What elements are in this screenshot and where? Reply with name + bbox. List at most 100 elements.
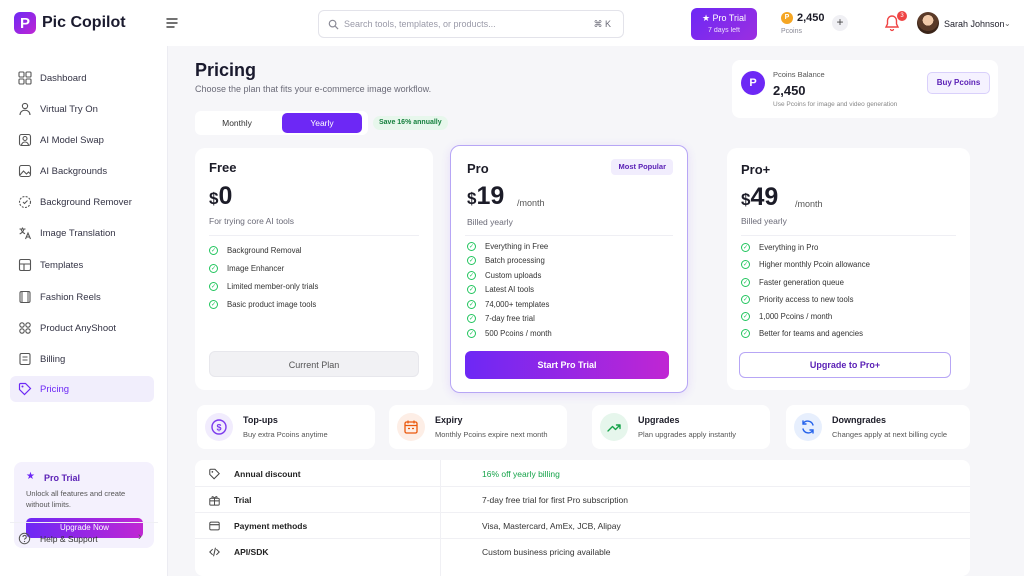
feature-item: ✓ Faster generation queue bbox=[741, 278, 844, 288]
check-icon: ✓ bbox=[741, 260, 750, 270]
sidebar-item-templates[interactable]: Templates bbox=[10, 253, 154, 277]
top-bar: P Pic Copilot Search tools, templates, o… bbox=[0, 0, 1024, 46]
info-subtitle: Monthly Pcoins expire next month bbox=[435, 430, 548, 439]
sidebar-item-product-anyshoot[interactable]: Product AnyShoot bbox=[10, 316, 154, 340]
most-popular-badge: Most Popular bbox=[611, 159, 673, 175]
monthly-tab[interactable]: Monthly bbox=[197, 113, 277, 133]
app-name[interactable]: Pic Copilot bbox=[42, 14, 126, 32]
info-title: Upgrades bbox=[638, 415, 680, 425]
sidebar-item-label: Background Remover bbox=[40, 197, 132, 208]
search-input[interactable]: Search tools, templates, or products... … bbox=[318, 10, 624, 38]
check-icon: ✓ bbox=[467, 256, 476, 266]
sidebar-item-pricing[interactable]: Pricing bbox=[10, 376, 154, 402]
sidebar-item-virtual-try-on[interactable]: Virtual Try On bbox=[10, 97, 154, 121]
promo-description: Unlock all features and create without l… bbox=[26, 489, 126, 509]
info-subtitle: Changes apply at next billing cycle bbox=[832, 430, 948, 439]
logo-icon[interactable]: P bbox=[14, 12, 36, 34]
tag-icon bbox=[18, 382, 32, 396]
sidebar-item-dashboard[interactable]: Dashboard bbox=[10, 66, 154, 90]
check-icon: ✓ bbox=[741, 295, 750, 305]
plan-card-free: Free $0 For trying core AI tools ✓ Backgr… bbox=[195, 148, 433, 390]
feature-item: ✓ Custom uploads bbox=[467, 271, 542, 281]
receipt-icon bbox=[19, 352, 31, 366]
sidebar-item-label: Dashboard bbox=[40, 73, 87, 84]
pricing-details-table: Annual discount 16% off yearly billing T… bbox=[195, 460, 970, 576]
check-icon: ✓ bbox=[741, 312, 750, 322]
avatar[interactable] bbox=[917, 12, 939, 34]
check-icon: ✓ bbox=[741, 243, 750, 253]
info-card-topups: $ Top-ups Buy extra Pcoins anytime bbox=[197, 405, 375, 449]
divider bbox=[741, 235, 956, 236]
grid-icon bbox=[18, 71, 32, 85]
pro-trial-title: ★ Pro Trial bbox=[701, 13, 747, 23]
sidebar-item-image-translation[interactable]: Image Translation bbox=[10, 221, 154, 245]
balance-value: 2,450 bbox=[773, 83, 806, 98]
buy-pcoins-button[interactable]: Buy Pcoins bbox=[927, 72, 990, 94]
layout-icon bbox=[18, 258, 32, 272]
current-plan-button[interactable]: Current Plan bbox=[209, 351, 419, 377]
trend-up-icon bbox=[600, 413, 628, 441]
yearly-tab[interactable]: Yearly bbox=[282, 113, 362, 133]
refresh-icon bbox=[794, 413, 822, 441]
card-icon bbox=[209, 521, 220, 531]
save-badge: Save 16% annually bbox=[373, 116, 448, 130]
chevron-right-icon: › bbox=[138, 531, 142, 543]
sidebar: Dashboard Virtual Try On AI Model Swap A… bbox=[0, 46, 168, 576]
sidebar-item-ai-backgrounds[interactable]: AI Backgrounds bbox=[10, 159, 154, 183]
image-icon bbox=[18, 164, 32, 178]
row-value: Custom business pricing available bbox=[482, 547, 611, 557]
menu-icon[interactable] bbox=[164, 15, 180, 31]
add-pcoins-button[interactable]: + bbox=[832, 15, 848, 31]
search-icon bbox=[328, 19, 339, 30]
help-icon bbox=[18, 532, 31, 545]
code-icon bbox=[209, 547, 220, 557]
table-row: API/SDK Custom business pricing availabl… bbox=[195, 539, 970, 565]
feature-item: ✓ Everything in Free bbox=[467, 242, 549, 252]
sidebar-item-label: Pricing bbox=[40, 384, 70, 395]
pcoin-icon: P bbox=[741, 71, 765, 95]
feature-item: ✓ 1,000 Pcoins / month bbox=[741, 312, 833, 322]
user-name[interactable]: Sarah Johnson bbox=[944, 19, 1005, 29]
apps-icon bbox=[19, 322, 31, 334]
check-icon: ✓ bbox=[741, 278, 750, 288]
info-card-upgrades: Upgrades Plan upgrades apply instantly bbox=[592, 405, 770, 449]
table-row: Annual discount 16% off yearly billing bbox=[195, 461, 970, 487]
balance-note: Use Pcoins for image and video generatio… bbox=[773, 101, 898, 108]
sidebar-item-fashion-reels[interactable]: Fashion Reels bbox=[10, 285, 154, 309]
dollar-icon: $ bbox=[205, 413, 233, 441]
pcoin-label: Pcoins bbox=[781, 28, 803, 35]
feature-item: ✓ 74,000+ templates bbox=[467, 300, 550, 310]
help-support-link[interactable]: Help & Support › bbox=[18, 531, 158, 549]
gift-icon bbox=[209, 496, 220, 506]
sidebar-item-ai-model-swap[interactable]: AI Model Swap bbox=[10, 128, 154, 152]
feature-item: ✓ Priority access to new tools bbox=[741, 295, 854, 305]
plan-description: For trying core AI tools bbox=[209, 216, 295, 226]
translate-icon bbox=[19, 227, 32, 240]
row-label: API/SDK bbox=[234, 547, 269, 557]
info-subtitle: Plan upgrades apply instantly bbox=[638, 430, 736, 439]
start-pro-trial-button[interactable]: Start Pro Trial bbox=[465, 351, 669, 379]
sidebar-item-label: Image Translation bbox=[40, 228, 116, 239]
person-icon bbox=[19, 102, 31, 116]
page-subtitle: Choose the plan that fits your e-commerc… bbox=[195, 84, 432, 94]
feature-item: ✓ Image Enhancer bbox=[209, 264, 285, 274]
chevron-down-icon[interactable]: ⌄ bbox=[1004, 19, 1011, 28]
billing-toggle: Monthly Yearly bbox=[195, 111, 368, 135]
info-card-expiry: Expiry Monthly Pcoins expire next month bbox=[389, 405, 567, 449]
pro-trial-button[interactable]: ★ Pro Trial 7 days left bbox=[691, 8, 757, 40]
row-label: Trial bbox=[234, 495, 252, 505]
sidebar-item-billing[interactable]: Billing bbox=[10, 347, 154, 371]
plan-period: /month bbox=[517, 198, 545, 208]
sidebar-item-background-remover[interactable]: Background Remover bbox=[10, 190, 154, 214]
feature-item: ✓ Background Removal bbox=[209, 246, 302, 256]
check-icon: ✓ bbox=[209, 246, 218, 256]
row-value: 7-day free trial for first Pro subscript… bbox=[482, 495, 628, 505]
table-row: Trial 7-day free trial for first Pro sub… bbox=[195, 487, 970, 513]
balance-label: Pcoins Balance bbox=[773, 70, 825, 79]
info-card-downgrades: Downgrades Changes apply at next billing… bbox=[786, 405, 970, 449]
info-title: Top-ups bbox=[243, 415, 278, 425]
pcoin-icon: P bbox=[781, 12, 793, 24]
upgrade-pro-plus-button[interactable]: Upgrade to Pro+ bbox=[739, 352, 951, 378]
info-subtitle: Buy extra Pcoins anytime bbox=[243, 430, 328, 439]
table-row: Payment methods Visa, Mastercard, AmEx, … bbox=[195, 513, 970, 539]
